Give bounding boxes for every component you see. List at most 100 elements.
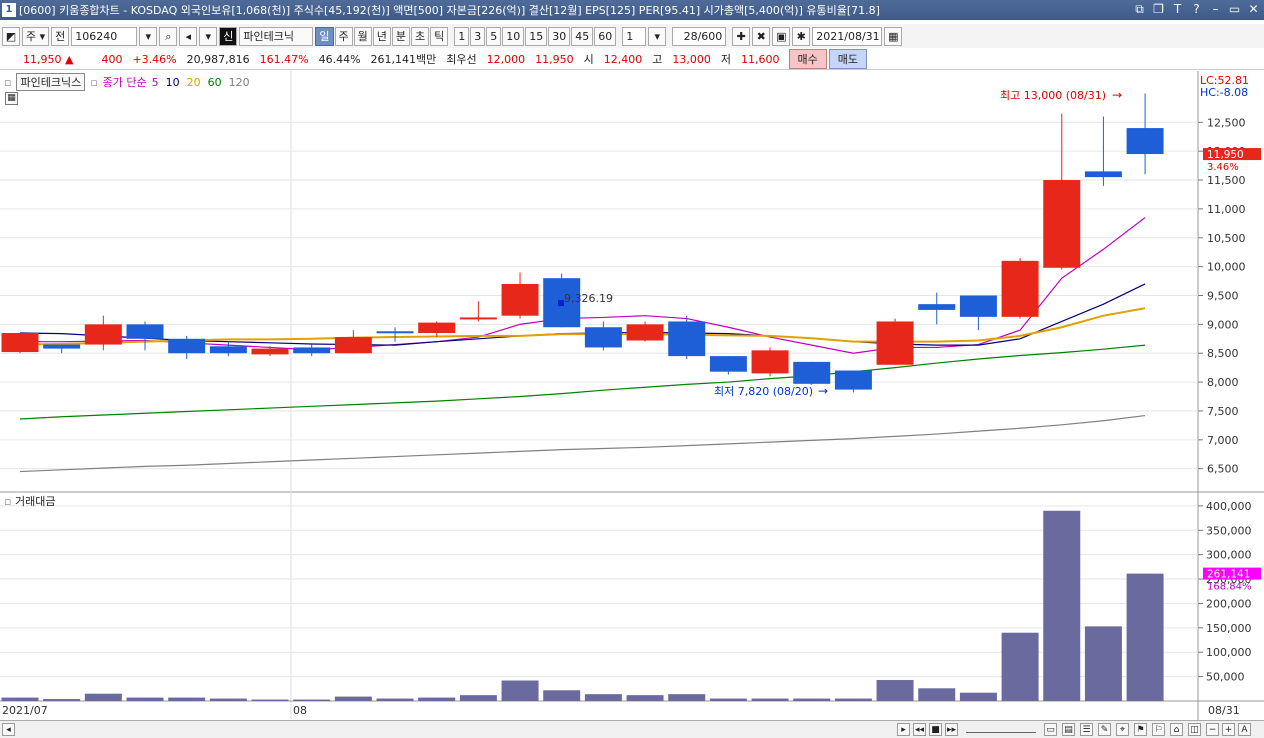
interval-tab[interactable]: 5 (486, 26, 502, 46)
candle-body[interactable] (501, 283, 539, 316)
candle-body[interactable] (43, 344, 81, 349)
volume-bar[interactable] (501, 680, 539, 701)
interval-tab[interactable]: 30 (548, 26, 571, 46)
volume-bar[interactable] (709, 698, 747, 701)
gear-icon[interactable]: ✱ (792, 26, 811, 46)
list-icon[interactable]: ☰ (1080, 723, 1093, 736)
volume-bar[interactable] (1043, 510, 1081, 701)
link-icon[interactable]: ⧉ (1133, 2, 1146, 16)
candle-body[interactable] (834, 370, 872, 390)
volume-bar[interactable] (1, 697, 39, 701)
candle-body[interactable] (293, 347, 331, 354)
flag-icon[interactable]: ⚐ (1152, 723, 1165, 736)
candle-body[interactable] (668, 321, 706, 357)
buy-button[interactable]: 매수 (788, 49, 827, 69)
pin-icon[interactable]: ⌖ (1116, 723, 1129, 736)
volume-bar[interactable] (584, 694, 622, 701)
period-tab[interactable]: 초 (411, 26, 430, 46)
stock-code-input[interactable]: 106240 (71, 26, 138, 46)
bookmark-icon[interactable]: ⚑ (1134, 723, 1147, 736)
volume-bar[interactable] (1001, 632, 1039, 701)
volume-bar[interactable] (668, 694, 706, 701)
split-icon[interactable]: ▤ (1062, 723, 1075, 736)
volume-bar[interactable] (209, 698, 247, 701)
candle-body[interactable] (1126, 128, 1164, 155)
period-tab[interactable]: 주 (334, 26, 353, 46)
stop-icon[interactable]: ■ (929, 723, 942, 736)
tool-icon[interactable]: ✎ (1098, 723, 1111, 736)
candle-body[interactable] (168, 338, 206, 354)
interval-tab[interactable]: 3 (470, 26, 486, 46)
candle-body[interactable] (959, 295, 997, 317)
copy-icon[interactable]: ❐ (1152, 2, 1165, 16)
volume-bar[interactable] (376, 698, 414, 701)
volume-bar[interactable] (626, 695, 664, 701)
count-input[interactable]: 1 (622, 26, 647, 46)
volume-bar[interactable] (251, 699, 289, 701)
candle-body[interactable] (584, 327, 622, 348)
interval-tab[interactable]: 10 (502, 26, 525, 46)
volume-bar[interactable] (793, 698, 831, 701)
volume-bar[interactable] (459, 695, 497, 701)
zoom-out-icon[interactable]: ✖ (752, 26, 771, 46)
minus-icon[interactable]: − (1206, 723, 1219, 736)
candle-body[interactable] (418, 322, 456, 334)
candle-body[interactable] (1, 333, 39, 353)
auto-icon[interactable]: A (1238, 723, 1251, 736)
candle-body[interactable] (126, 324, 164, 339)
period-tab[interactable]: 분 (391, 26, 411, 46)
candle-body[interactable] (626, 324, 664, 341)
candle-body[interactable] (793, 361, 831, 384)
volume-bar[interactable] (834, 698, 872, 701)
minimize-icon[interactable]: – (1209, 2, 1222, 16)
overlay-icon[interactable]: ◫ (1188, 723, 1201, 736)
legend-ma-item[interactable]: 120 (229, 76, 250, 89)
volume-bar[interactable] (918, 688, 956, 701)
volume-bar[interactable] (293, 699, 331, 701)
interval-tab[interactable]: 15 (525, 26, 548, 46)
volume-bar[interactable] (1084, 626, 1122, 701)
legend-stock-name[interactable]: 파인테크닉스 (16, 73, 86, 91)
volume-bar[interactable] (334, 696, 372, 701)
fast-back-icon[interactable]: ◂◂ (913, 723, 926, 736)
volume-bar[interactable] (84, 693, 122, 701)
candle-body[interactable] (84, 324, 122, 345)
volume-bar[interactable] (1126, 573, 1164, 701)
plus-icon[interactable]: + (1222, 723, 1235, 736)
legend-ma-item[interactable]: 60 (208, 76, 222, 89)
candle-body[interactable] (459, 317, 497, 320)
candle-body[interactable] (709, 356, 747, 372)
window-icon[interactable]: ▭ (1044, 723, 1057, 736)
candle-body[interactable] (209, 346, 247, 354)
legend-ma-item[interactable]: 10 (166, 76, 180, 89)
volume-bar[interactable] (751, 698, 789, 701)
candle-body[interactable] (1001, 260, 1039, 317)
speaker-icon[interactable]: ◂ (179, 26, 198, 46)
volume-bar[interactable] (168, 697, 206, 701)
code-dropdown-icon[interactable]: ▾ (139, 26, 158, 46)
period-tab[interactable]: 년 (372, 26, 391, 46)
period-tab[interactable]: 일 (315, 26, 334, 46)
zoom-in-icon[interactable]: ✚ (732, 26, 751, 46)
sell-button[interactable]: 매도 (828, 49, 868, 69)
save-icon[interactable]: ▣ (772, 26, 791, 46)
interval-tab[interactable]: 1 (454, 26, 470, 46)
scroll-right-icon[interactable]: ▸ (897, 723, 910, 736)
legend-ma-item[interactable]: 5 (152, 76, 159, 89)
grid-toggle-icon[interactable]: ▦ (5, 92, 18, 105)
chart-scrollbar[interactable]: ◂ ▸ ◂◂ ■ ▸▸ ▭ ▤ ☰ ✎ ⌖ ⚑ ⚐ ⌂ ◫ − + A (0, 720, 1264, 738)
help-icon[interactable]: ? (1190, 2, 1203, 16)
candle-body[interactable] (918, 304, 956, 310)
candle-body[interactable] (1084, 171, 1122, 178)
tag-icon[interactable]: ⌂ (1170, 723, 1183, 736)
volume-bar[interactable] (43, 699, 81, 701)
count-dropdown-icon[interactable]: ▾ (648, 26, 667, 46)
candle-body[interactable] (1043, 180, 1081, 268)
restore-icon[interactable]: ▭ (1228, 2, 1241, 16)
volume-bar[interactable] (543, 690, 581, 701)
period-tab[interactable]: 틱 (430, 26, 449, 46)
zoom-slider[interactable] (966, 725, 1036, 733)
volume-bar[interactable] (959, 692, 997, 701)
range-input[interactable]: 28/600 (672, 26, 727, 46)
text-icon[interactable]: T (1171, 2, 1184, 16)
